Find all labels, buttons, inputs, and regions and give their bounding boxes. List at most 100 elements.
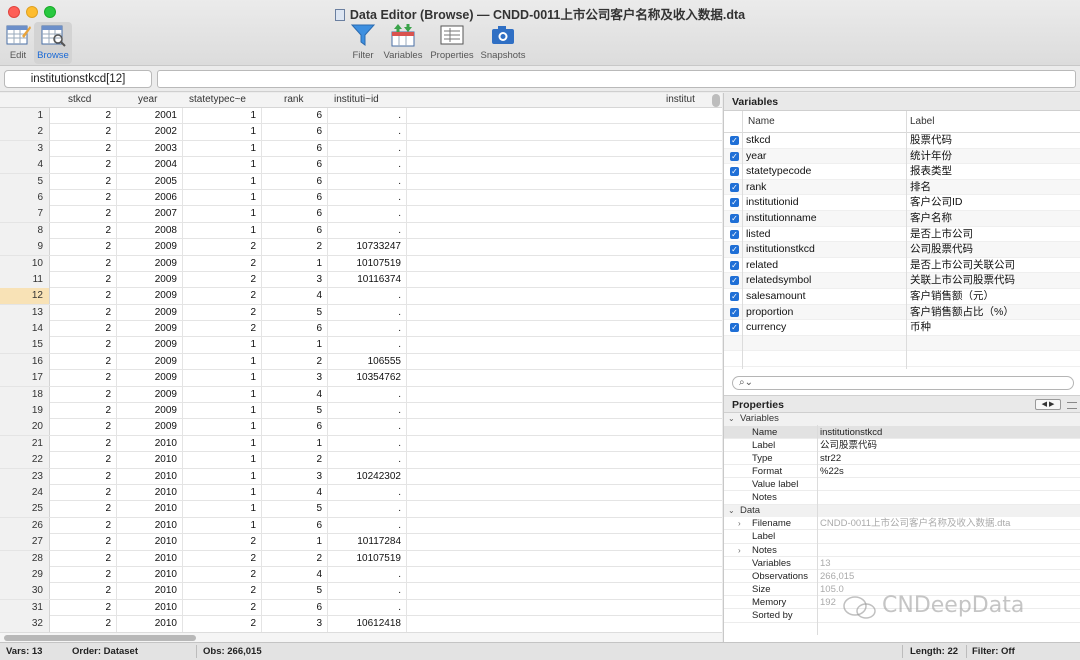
cell-rank[interactable]: 2	[262, 452, 328, 469]
cell-statetypecode[interactable]: 1	[183, 337, 262, 354]
cell-institutionid[interactable]: .	[328, 484, 407, 501]
variable-row[interactable]: ✓ salesamount 客户销售额（元）	[724, 289, 1080, 305]
row-number[interactable]: 18	[0, 386, 50, 403]
variables-search-input[interactable]: ⌕⌄	[732, 376, 1074, 390]
cell-statetypecode[interactable]: 2	[183, 271, 262, 288]
cell-statetypecode[interactable]: 1	[183, 157, 262, 174]
cell-stkcd[interactable]: 2	[50, 321, 117, 338]
cell-institutionid[interactable]: .	[328, 386, 407, 403]
scrollbar-thumb[interactable]	[4, 635, 196, 641]
cell-rank[interactable]: 3	[262, 370, 328, 387]
variable-visible-checkbox[interactable]: ✓	[730, 182, 739, 192]
cell-statetypecode[interactable]: 1	[183, 124, 262, 141]
cell-stkcd[interactable]: 2	[50, 222, 117, 239]
cell-stkcd[interactable]: 2	[50, 124, 117, 141]
table-row[interactable]: 12 2 2009 2 4.	[0, 288, 722, 305]
cell-rank[interactable]: 6	[262, 189, 328, 206]
cell-year[interactable]: 2001	[117, 108, 183, 124]
column-header-statetypecode[interactable]: statetypec~e	[189, 94, 246, 105]
cell-rank[interactable]: 6	[262, 321, 328, 338]
table-row[interactable]: 29 2 2010 2 4.	[0, 566, 722, 584]
variable-visible-checkbox[interactable]: ✓	[730, 307, 739, 317]
cell-rank[interactable]: 4	[262, 566, 328, 583]
cell-stkcd[interactable]: 2	[50, 288, 117, 305]
cell-stkcd[interactable]: 2	[50, 206, 117, 223]
cell-statetypecode[interactable]: 1	[183, 452, 262, 469]
table-row[interactable]: 19 2 2009 1 5.	[0, 403, 722, 420]
cell-institutionid[interactable]: .	[328, 452, 407, 469]
cell-rank[interactable]: 6	[262, 140, 328, 157]
row-number[interactable]: 14	[0, 321, 50, 338]
cell-statetypecode[interactable]: 2	[183, 599, 262, 616]
table-row[interactable]: 1 2 2001 1 6.	[0, 108, 722, 125]
variable-row[interactable]: ✓ rank 排名	[724, 179, 1080, 196]
cell-statetypecode[interactable]: 1	[183, 206, 262, 223]
cell-statetypecode[interactable]: 1	[183, 173, 262, 190]
table-row[interactable]: 16 2 2009 1 2 106555	[0, 353, 722, 371]
cell-rank[interactable]: 1	[262, 435, 328, 452]
property-row[interactable]: Label	[724, 530, 1080, 544]
cell-rank[interactable]: 6	[262, 599, 328, 616]
cell-stkcd[interactable]: 2	[50, 271, 117, 288]
variable-row[interactable]: ✓ year 统计年份	[724, 148, 1080, 165]
cell-year[interactable]: 2009	[117, 403, 183, 420]
cell-value-input[interactable]	[157, 70, 1076, 88]
cell-stkcd[interactable]: 2	[50, 386, 117, 403]
cell-name-box[interactable]: institutionstkcd[12]	[4, 70, 152, 88]
table-row[interactable]: 28 2 2010 2 2 10107519	[0, 550, 722, 567]
cell-stkcd[interactable]: 2	[50, 550, 117, 567]
table-row[interactable]: 31 2 2010 2 6.	[0, 599, 722, 617]
cell-institutionid[interactable]: .	[328, 157, 407, 174]
cell-year[interactable]: 2010	[117, 599, 183, 616]
cell-stkcd[interactable]: 2	[50, 304, 117, 321]
table-row[interactable]: 27 2 2010 2 1 10117284	[0, 534, 722, 551]
edit-mode-button[interactable]: Edit	[4, 22, 32, 61]
row-number[interactable]: 24	[0, 484, 50, 501]
cell-statetypecode[interactable]: 1	[183, 435, 262, 452]
variable-visible-checkbox[interactable]: ✓	[730, 245, 739, 255]
variable-visible-checkbox[interactable]: ✓	[730, 276, 739, 286]
variable-visible-checkbox[interactable]: ✓	[730, 229, 739, 239]
property-row[interactable]: Name institutionstkcd	[724, 425, 1080, 439]
row-number[interactable]: 6	[0, 189, 50, 206]
cell-rank[interactable]: 6	[262, 173, 328, 190]
table-row[interactable]: 8 2 2008 1 6.	[0, 222, 722, 240]
cell-institutionid[interactable]: 10116374	[328, 271, 407, 288]
cell-year[interactable]: 2010	[117, 452, 183, 469]
cell-year[interactable]: 2009	[117, 239, 183, 256]
cell-year[interactable]: 2008	[117, 222, 183, 239]
property-row[interactable]: › Notes	[724, 544, 1080, 557]
variable-row[interactable]: ✓ relatedsymbol 关联上市公司股票代码	[724, 273, 1080, 289]
filter-button[interactable]: Filter	[349, 22, 377, 61]
chevron-right-icon[interactable]: ›	[738, 517, 741, 530]
cell-statetypecode[interactable]: 2	[183, 583, 262, 600]
cell-rank[interactable]: 5	[262, 583, 328, 600]
cell-statetypecode[interactable]: 2	[183, 534, 262, 551]
variables-button[interactable]: Variables	[380, 22, 426, 61]
cell-rank[interactable]: 1	[262, 534, 328, 551]
column-header-rank[interactable]: rank	[284, 94, 303, 105]
table-row[interactable]: 7 2 2007 1 6.	[0, 206, 722, 223]
variable-visible-checkbox[interactable]: ✓	[730, 260, 739, 270]
cell-rank[interactable]: 5	[262, 501, 328, 518]
cell-institutionid[interactable]: .	[328, 173, 407, 190]
table-row[interactable]: 11 2 2009 2 3 10116374	[0, 271, 722, 289]
cell-institutionid[interactable]: .	[328, 124, 407, 141]
variables-section-header[interactable]: ⌄ Variables	[724, 413, 1080, 426]
cell-year[interactable]: 2007	[117, 206, 183, 223]
data-grid[interactable]: stkcd year statetypec~e rank instituti~i…	[0, 93, 722, 633]
cell-rank[interactable]: 1	[262, 255, 328, 272]
cell-stkcd[interactable]: 2	[50, 484, 117, 501]
table-row[interactable]: 15 2 2009 1 1.	[0, 337, 722, 354]
cell-rank[interactable]: 6	[262, 222, 328, 239]
cell-institutionid[interactable]: .	[328, 222, 407, 239]
cell-rank[interactable]: 5	[262, 403, 328, 420]
cell-institutionid[interactable]: .	[328, 403, 407, 420]
cell-stkcd[interactable]: 2	[50, 452, 117, 469]
snapshots-button[interactable]: Snapshots	[479, 22, 527, 61]
cell-year[interactable]: 2010	[117, 501, 183, 518]
cell-rank[interactable]: 2	[262, 550, 328, 567]
cell-statetypecode[interactable]: 1	[183, 108, 262, 124]
variable-row[interactable]: ✓ statetypecode 报表类型	[724, 164, 1080, 180]
variables-name-header[interactable]: Name	[748, 111, 775, 133]
